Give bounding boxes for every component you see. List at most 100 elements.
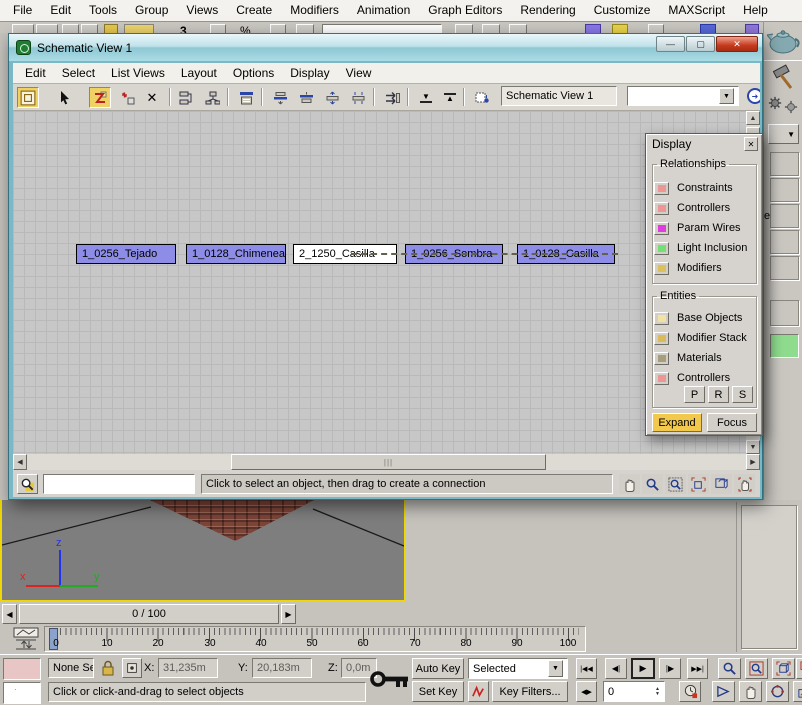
prs-s-button[interactable]: S [732,386,753,403]
menu-file[interactable]: File [4,0,41,21]
sv-zoom-extents-selected-button[interactable] [711,474,732,494]
scroll-left-button[interactable]: ◀ [13,454,27,470]
material-editor-button[interactable] [648,24,664,33]
auto-key-button[interactable]: Auto Key [412,658,464,679]
menu-edit[interactable]: Edit [41,0,80,21]
pan-button[interactable] [619,474,640,494]
bind-spacewarp-button[interactable] [104,24,118,33]
entities-controllers-swatch[interactable] [654,372,669,385]
free-selected-button[interactable] [321,87,343,108]
time-slider[interactable]: 0 / 100 [19,604,279,624]
pan-view-button[interactable] [739,681,762,702]
canvas-hscrollbar[interactable]: ◀ ||| ▶ [13,454,760,470]
x-coord-field[interactable]: 31,235m [158,658,218,678]
arc-rotate-button[interactable] [766,681,789,702]
named-selection-set-combo[interactable]: Create Selection Set [322,24,442,33]
references-mode-button[interactable] [201,87,223,108]
default-in-out-tangents-button[interactable] [468,681,489,702]
key-mode-dropdown[interactable]: Selected ▼ [468,658,568,679]
sv-menu-display[interactable]: Display [282,66,337,80]
menu-group[interactable]: Group [126,0,177,21]
move-children-button[interactable] [381,87,403,108]
next-frame-button[interactable]: |▶ [659,658,681,679]
link-button[interactable] [62,24,79,33]
sv-zoom-extents-button[interactable] [688,474,709,494]
find-button[interactable] [17,474,38,494]
select-by-name-button[interactable] [210,24,226,33]
schematic-canvas[interactable]: 1_0256_Tejado 1_0128_Chimenea 2_1250_Cas… [13,111,746,454]
close-button[interactable]: ✕ [716,36,758,52]
menu-rendering[interactable]: Rendering [511,0,584,21]
graphite-button[interactable] [509,24,527,33]
goto-start-button[interactable]: |◀◀ [576,658,597,679]
menu-customize[interactable]: Customize [585,0,660,21]
sv-menu-select[interactable]: Select [54,66,103,80]
modifiers-swatch[interactable] [654,262,669,275]
sv-zoom-region-button[interactable] [665,474,686,494]
time-slider-prev-button[interactable]: ◀ [2,604,17,624]
track-bar[interactable]: 0 10 20 30 40 50 60 70 80 90 100 [44,626,586,652]
time-slider-next-button[interactable]: ▶ [281,604,296,624]
y-coord-field[interactable]: 20,183m [252,658,312,678]
set-keys-button[interactable] [370,667,410,693]
select-object-icon[interactable]: 3 [180,24,196,33]
macro-recorder-line[interactable] [3,658,41,680]
panel-button[interactable] [770,152,799,176]
modifier-stack-swatch[interactable] [654,332,669,345]
motion-tab-gear-icon[interactable] [768,96,782,110]
bookmark-combo[interactable]: ▼ [627,86,739,106]
zoom-button[interactable] [718,658,741,679]
expand-selected-button[interactable]: ▼ [415,87,437,108]
absolute-mode-toggle[interactable] [122,658,142,678]
play-button[interactable]: ▶ [631,658,655,679]
zoom-extents-all-button[interactable] [796,658,802,679]
window-titlebar[interactable]: Schematic View 1 — ▢ ✕ [9,34,762,61]
param-wires-swatch[interactable] [654,222,669,235]
scroll-up-button[interactable]: ▲ [746,111,760,125]
snap-toggle-button[interactable] [270,24,286,33]
display-panel-close-button[interactable]: ✕ [744,137,758,151]
render-frame-button[interactable] [745,24,759,33]
find-input[interactable] [43,474,195,494]
scroll-right-button[interactable]: ▶ [746,454,760,470]
panel-button[interactable] [770,230,799,254]
hscroll-thumb[interactable]: ||| [231,454,546,470]
panel-button[interactable] [770,178,799,202]
sv-menu-layout[interactable]: Layout [173,66,225,80]
view-name-field[interactable]: Schematic View 1 [501,86,617,106]
menu-graph-editors[interactable]: Graph Editors [419,0,511,21]
selection-lock-icon[interactable] [100,659,116,677]
sv-menu-edit[interactable]: Edit [17,66,54,80]
maximize-button[interactable]: ▢ [686,36,715,52]
materials-swatch[interactable] [654,352,669,365]
always-arrange-button[interactable] [235,87,257,108]
mini-curve-editor-button[interactable] [12,627,40,651]
render-setup-button[interactable] [700,24,716,33]
menu-tools[interactable]: Tools [80,0,126,21]
set-key-button[interactable]: Set Key [412,681,464,702]
menu-create[interactable]: Create [227,0,281,21]
sv-menu-view[interactable]: View [338,66,380,80]
prs-p-button[interactable]: P [684,386,705,403]
collapse-selected-button[interactable]: ▲ [439,87,461,108]
perspective-viewport[interactable]: z x y [0,500,406,602]
maxscript-listener-line[interactable]: · [3,682,41,704]
focus-button[interactable]: Focus [707,413,757,432]
scroll-down-button[interactable]: ▼ [746,440,760,454]
curve-editor-button[interactable] [585,24,601,33]
free-all-button[interactable] [347,87,369,108]
zoom-extents-button[interactable] [772,658,795,679]
sv-zoom-button[interactable] [642,474,663,494]
dropdown-arrow-icon[interactable]: ▼ [719,88,734,104]
color-swatch[interactable] [770,334,799,358]
connect-tool-button[interactable] [89,87,111,108]
hierarchy-tab-gear-icon[interactable] [784,100,798,114]
sv-menu-options[interactable]: Options [225,66,282,80]
goto-end-button[interactable]: ▶▶| [687,658,708,679]
redo-button[interactable] [36,24,58,33]
panel-button[interactable] [770,204,799,228]
preferences-button[interactable] [471,87,493,108]
percent-snap-icon[interactable]: % [240,24,258,33]
time-configuration-button[interactable] [679,681,701,702]
menu-views[interactable]: Views [177,0,227,21]
